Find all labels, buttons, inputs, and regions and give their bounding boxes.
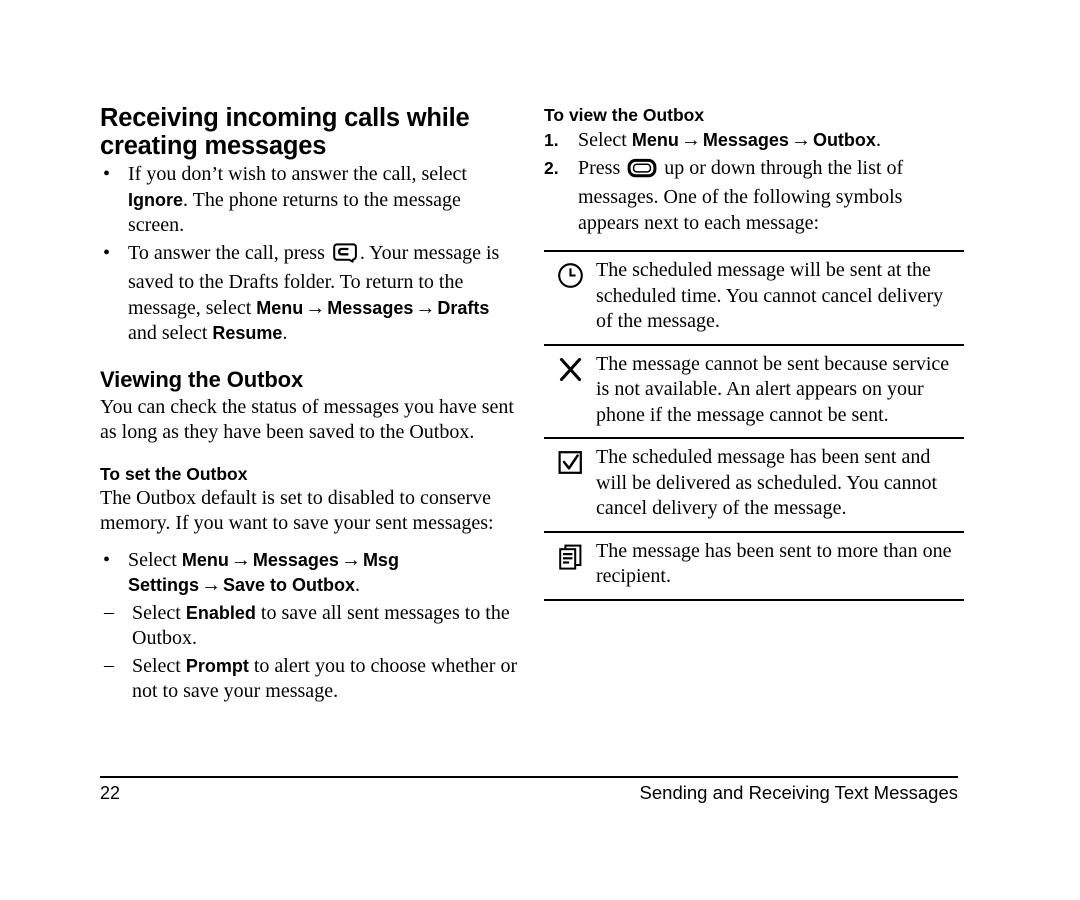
arrow-separator: →	[680, 129, 701, 151]
arrow-separator: →	[415, 296, 436, 319]
ui-string: Messages	[702, 130, 789, 150]
table-row: The message has been sent to more than o…	[544, 533, 964, 601]
set-outbox-sub-list: – Select Enabled to save all sent messag…	[100, 601, 520, 705]
ui-string: Menu	[256, 297, 304, 318]
set-outbox-bullet-list: • Select Menu → Messages → Msg Settings → Save…	[100, 548, 520, 599]
send-key-icon	[332, 242, 358, 271]
arrow-separator: →	[201, 574, 222, 596]
table-row: The scheduled message has been sent and …	[544, 439, 964, 533]
list-item: – Select Prompt to alert you to choose w…	[100, 654, 520, 705]
chapter-title: Sending and Receiving Text Messages	[639, 782, 958, 803]
bullet-marker: •	[103, 241, 111, 264]
receiving-calls-bullet-list: • If you don’t wish to answer the call, …	[100, 162, 520, 347]
list-item: • Select Menu → Messages → Msg Settings → Save…	[100, 548, 520, 599]
ui-string: Messages	[252, 549, 339, 570]
view-outbox-heading: To view the Outbox	[544, 105, 705, 125]
dash-marker: –	[104, 600, 114, 623]
right-column: To view the Outbox 1. Select Menu → Messag…	[544, 104, 964, 601]
table-row: The message cannot be sent because servi…	[544, 346, 964, 439]
ui-string: Drafts	[437, 297, 490, 318]
list-item: – Select Enabled to save all sent messag…	[100, 601, 520, 652]
list-item-text: Select Enabled to save all sent messages…	[132, 601, 510, 650]
navigation-key-icon	[627, 158, 657, 186]
arrow-separator: →	[230, 548, 251, 571]
list-item-text: Press up or down through the list of mes…	[578, 156, 904, 234]
ui-string: Enabled	[185, 602, 256, 623]
list-item: 2. Press up or down through the list of …	[544, 156, 964, 237]
ui-string: Outbox	[812, 130, 876, 150]
set-outbox-heading: To set the Outbox	[100, 463, 248, 484]
list-item-text: To answer the call, press . Your message…	[128, 241, 500, 345]
symbol-description: The message has been sent to more than o…	[596, 539, 952, 588]
ui-string: Messages	[327, 297, 414, 318]
symbol-cell	[544, 539, 596, 575]
ui-string: Prompt	[185, 655, 249, 676]
footer: 22 Sending and Receiving Text Messages	[100, 782, 958, 804]
x-mark-icon	[557, 356, 584, 388]
dash-marker: –	[104, 653, 114, 676]
symbol-description: The scheduled message will be sent at th…	[596, 259, 944, 332]
view-outbox-steps: 1. Select Menu → Messages → Outbox. 2. Press…	[544, 128, 964, 236]
symbol-cell	[544, 352, 596, 388]
list-item: • If you don’t wish to answer the call, …	[100, 162, 520, 239]
clock-icon	[557, 262, 584, 294]
page-title: Receiving incoming calls while creating …	[100, 104, 470, 160]
step-number: 2.	[544, 157, 559, 178]
symbol-reference-table: The scheduled message will be sent at th…	[544, 250, 964, 601]
set-outbox-intro: The Outbox default is set to disabled to…	[100, 486, 494, 535]
list-item: 1. Select Menu → Messages → Outbox.	[544, 128, 964, 154]
bullet-marker: •	[103, 163, 111, 185]
symbol-description: The scheduled message has been sent and …	[596, 446, 938, 519]
left-column: Receiving incoming calls while creating …	[100, 104, 520, 705]
arrow-separator: →	[790, 129, 811, 151]
table-row: The scheduled message will be sent at th…	[544, 252, 964, 346]
ui-string: Save to Outbox	[223, 575, 356, 595]
symbol-description: The message cannot be sent because servi…	[596, 352, 950, 426]
arrow-separator: →	[340, 548, 361, 571]
checkbox-checked-icon	[557, 449, 584, 481]
list-item: • To answer the call, press . Your messa…	[100, 241, 520, 347]
step-number: 1.	[544, 130, 559, 150]
manual-page: Receiving incoming calls while creating …	[0, 0, 1080, 900]
symbol-cell	[544, 445, 596, 481]
bullet-marker: •	[103, 548, 111, 571]
ui-string: Menu	[631, 130, 679, 150]
viewing-outbox-intro: You can check the status of messages you…	[100, 395, 514, 444]
multiple-documents-icon	[557, 543, 584, 575]
footer-divider	[100, 776, 958, 778]
list-item-text: Select Menu → Messages → Msg Settings → Save t…	[128, 548, 399, 597]
list-item-text: Select Prompt to alert you to choose whe…	[132, 654, 518, 703]
page-number: 22	[100, 783, 121, 803]
ui-string: Resume	[212, 323, 283, 343]
list-item-text: If you don’t wish to answer the call, se…	[128, 163, 467, 236]
symbol-cell	[544, 258, 596, 294]
ui-string: Ignore	[128, 189, 184, 210]
list-item-text: Select Menu → Messages → Outbox.	[578, 129, 881, 151]
viewing-outbox-heading: Viewing the Outbox	[100, 366, 304, 392]
arrow-separator: →	[305, 296, 326, 319]
ui-string: Menu	[181, 549, 229, 570]
